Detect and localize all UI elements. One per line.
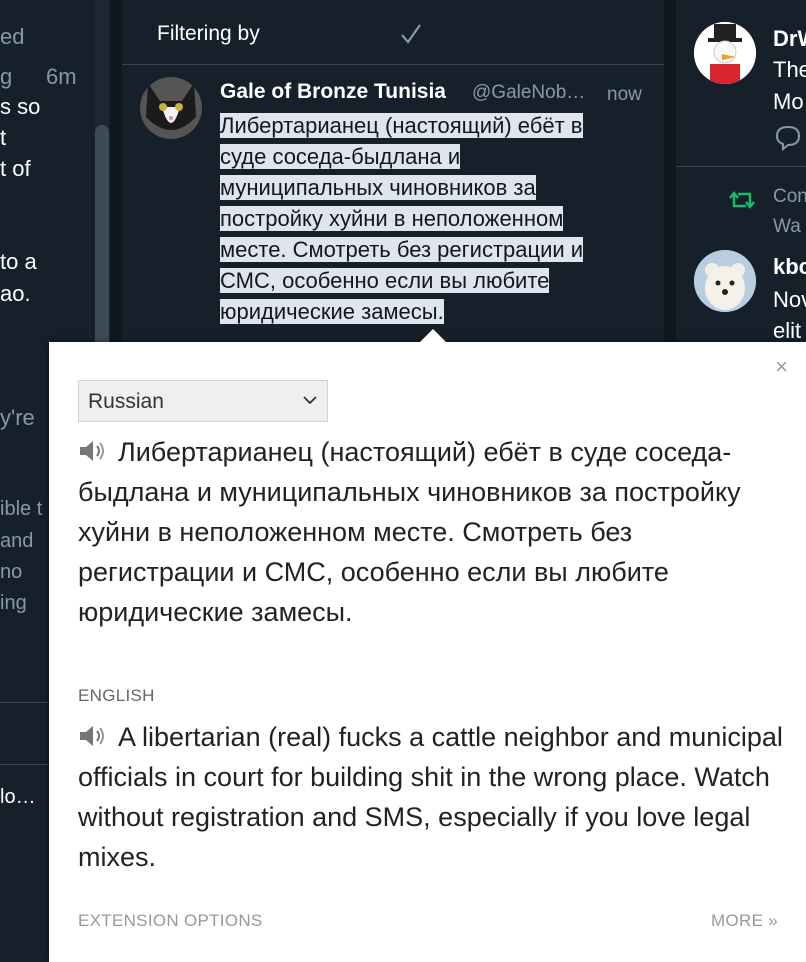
avatar[interactable]: [694, 22, 756, 84]
left-fragment: s so: [0, 94, 41, 119]
tweet-text: Mo: [773, 89, 804, 114]
speaker-icon[interactable]: [78, 439, 108, 463]
left-fragment: ing: [0, 592, 27, 614]
close-icon[interactable]: ×: [775, 354, 788, 380]
left-fragment: no: [0, 561, 23, 583]
cat-avatar-icon: [140, 77, 202, 139]
popup-pointer: [419, 329, 447, 343]
avatar[interactable]: [140, 77, 202, 139]
target-language-label: ENGLISH: [78, 686, 155, 705]
tweet-text: Либертарианец (настоящий) ебёт в суде со…: [220, 110, 660, 327]
tweet-text: The: [773, 57, 806, 82]
tweet-line: суде соседа-быдлана и: [220, 144, 461, 169]
duck-avatar-icon: [694, 22, 756, 84]
translation-text-block: A libertarian (real) fucks a cattle neig…: [78, 717, 788, 877]
translation-popup: × Russian Либертарианец (настоящий) ебёт…: [49, 329, 806, 962]
selected-language: Russian: [88, 390, 164, 413]
chevron-down-icon: [303, 396, 317, 405]
left-fragment: y're: [0, 405, 35, 430]
retweet-label: Wa: [773, 216, 801, 237]
left-fragment: ible t: [0, 498, 43, 520]
tweet-line: Либертарианец (настоящий) ебёт в: [220, 113, 583, 138]
left-fragment: and: [0, 530, 34, 552]
left-fragment: lo…: [0, 786, 36, 808]
left-fragment: t of: [0, 156, 31, 181]
tweet-text: Nov: [773, 287, 806, 312]
left-fragment: to a: [0, 249, 37, 274]
avatar[interactable]: [694, 250, 756, 312]
left-fragment: t: [0, 125, 7, 150]
author-name[interactable]: kbc: [773, 254, 806, 280]
tweet-line: СМС, особенно если вы любите: [220, 268, 550, 293]
tweet-author-handle[interactable]: @GaleNob…: [472, 82, 585, 104]
source-language-select[interactable]: Russian: [78, 380, 328, 422]
divider: [0, 702, 48, 703]
check-icon[interactable]: [400, 22, 422, 46]
tweet-timestamp[interactable]: now: [607, 84, 642, 106]
tweet-text: elit: [773, 318, 802, 343]
divider: [0, 764, 48, 765]
source-text: Либертарианец (настоящий) ебёт в суде со…: [78, 437, 741, 627]
left-timestamp: 6m: [46, 64, 77, 89]
source-text-block: Либертарианец (настоящий) ебёт в суде со…: [78, 432, 788, 632]
tweet-line: юридические замесы.: [220, 299, 444, 324]
tweet-author-name[interactable]: Gale of Bronze Tunisia: [220, 80, 446, 104]
tweet-line: постройку хуйни в неположенном: [220, 206, 564, 231]
more-link[interactable]: MORE »: [711, 911, 778, 931]
divider: [676, 166, 806, 167]
column-header: Filtering by: [122, 0, 664, 65]
reply-icon[interactable]: [773, 123, 803, 151]
left-fragment: g: [0, 64, 13, 89]
retweet-icon: [729, 191, 755, 209]
left-fragment: ao.: [0, 281, 31, 306]
extension-options-link[interactable]: EXTENSION OPTIONS: [78, 911, 263, 931]
retweet-label: Con: [773, 186, 806, 207]
left-fragment: ed: [0, 24, 25, 49]
author-name[interactable]: DrW: [773, 26, 806, 52]
translation-text: A libertarian (real) fucks a cattle neig…: [78, 722, 783, 872]
bear-avatar-icon: [694, 250, 756, 312]
tweet-line: месте. Смотреть без регистрации и: [220, 237, 584, 262]
filter-label: Filtering by: [157, 22, 260, 45]
tweet-line: муниципальных чиновников за: [220, 175, 536, 200]
speaker-icon[interactable]: [78, 724, 108, 748]
